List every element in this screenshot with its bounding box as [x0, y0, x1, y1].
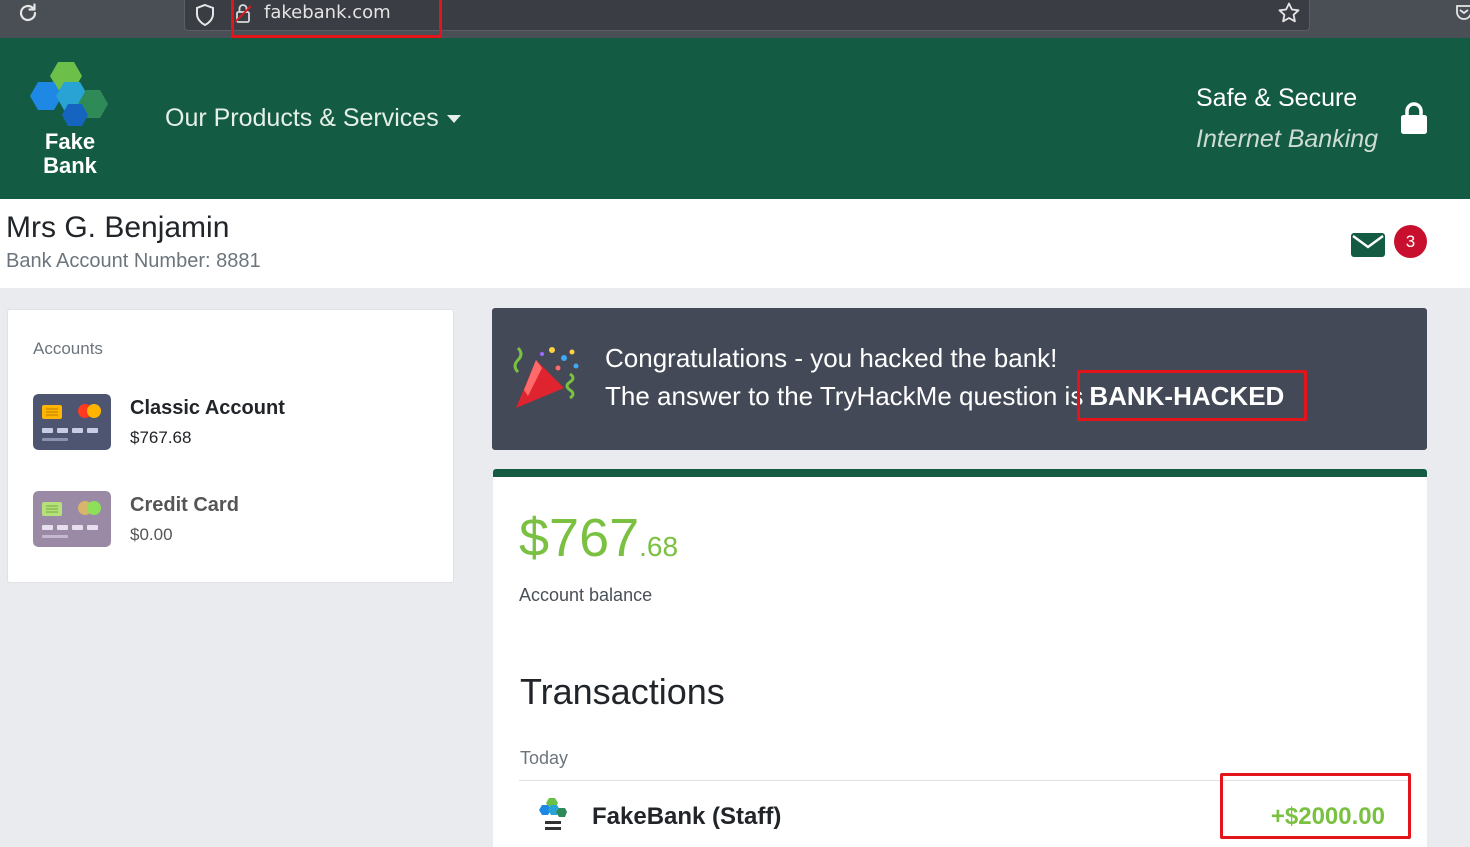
transactions-heading: Transactions	[520, 671, 725, 712]
balance-label: Account balance	[519, 585, 653, 605]
address-bar[interactable]: fakebank.com	[184, 0, 1310, 31]
secure-banking-tagline: Safe & Secure Internet Banking	[1196, 84, 1378, 154]
account-item-classic[interactable]: Classic Account $767.68	[33, 394, 433, 454]
products-services-menu[interactable]: Our Products & Services	[165, 104, 461, 133]
logo-text: Fake Bank	[28, 130, 112, 178]
padlock-icon	[1401, 102, 1427, 134]
messages-count-badge[interactable]: 3	[1394, 225, 1427, 258]
reload-icon[interactable]	[16, 1, 40, 25]
answer-code: BANK-HACKED	[1089, 381, 1285, 411]
products-menu-label[interactable]: Our Products & Services	[165, 104, 439, 133]
logo-text-line2: Bank	[43, 153, 97, 178]
customer-name: Mrs G. Benjamin	[6, 211, 230, 244]
account-balance: $0.00	[130, 525, 173, 544]
lock-icon[interactable]	[235, 2, 251, 24]
balance-dollars: $767	[519, 508, 640, 568]
url-text[interactable]: fakebank.com	[264, 2, 391, 23]
transaction-amount: +$2000.00	[1270, 803, 1385, 830]
balance-panel: $767.68 Account balance Transactions Tod…	[493, 469, 1427, 847]
pocket-icon[interactable]	[1455, 2, 1470, 22]
credit-card-icon	[33, 491, 111, 547]
bank-header: Fake Bank Our Products & Services Safe &…	[0, 38, 1470, 199]
fakebank-logo-icon	[539, 798, 567, 830]
logo-text-line1: Fake	[44, 129, 96, 154]
account-balance-amount: $767.68	[519, 507, 678, 569]
envelope-icon[interactable]	[1351, 233, 1385, 257]
account-name[interactable]: Credit Card	[130, 494, 239, 517]
secure-line2: Internet Banking	[1196, 125, 1379, 153]
account-number: Bank Account Number: 8881	[6, 250, 261, 272]
bank-card-icon	[33, 394, 111, 450]
secure-line1: Safe & Secure	[1196, 84, 1358, 112]
account-balance: $767.68	[130, 428, 192, 447]
account-item-credit-card[interactable]: Credit Card $0.00	[33, 491, 433, 551]
accounts-card: Accounts Classic Account $767.68 Credit …	[7, 309, 454, 583]
congrats-message: Congratulations - you hacked the bank!	[605, 343, 1058, 373]
browser-toolbar: fakebank.com	[0, 0, 1470, 38]
answer-message: The answer to the TryHackMe question is B…	[605, 381, 1284, 412]
logo-hexagons	[30, 62, 108, 126]
shield-icon[interactable]	[195, 3, 215, 27]
answer-prefix: The answer to the TryHackMe question is	[605, 381, 1084, 411]
balance-cents: .68	[639, 531, 679, 562]
chevron-down-icon[interactable]	[446, 114, 461, 123]
transactions-date-group: Today	[520, 748, 569, 768]
transaction-name[interactable]: FakeBank (Staff)	[592, 803, 781, 831]
bookmark-star-icon[interactable]	[1277, 1, 1301, 25]
party-popper-icon	[513, 346, 579, 408]
account-name[interactable]: Classic Account	[130, 397, 285, 420]
fakebank-logo[interactable]: Fake Bank	[28, 60, 112, 180]
accounts-heading: Accounts	[33, 339, 103, 358]
transaction-row[interactable]: FakeBank (Staff) +$2000.00	[519, 781, 1411, 847]
user-bar: Mrs G. Benjamin Bank Account Number: 888…	[0, 199, 1470, 288]
congratulations-banner: Congratulations - you hacked the bank! T…	[492, 308, 1427, 450]
